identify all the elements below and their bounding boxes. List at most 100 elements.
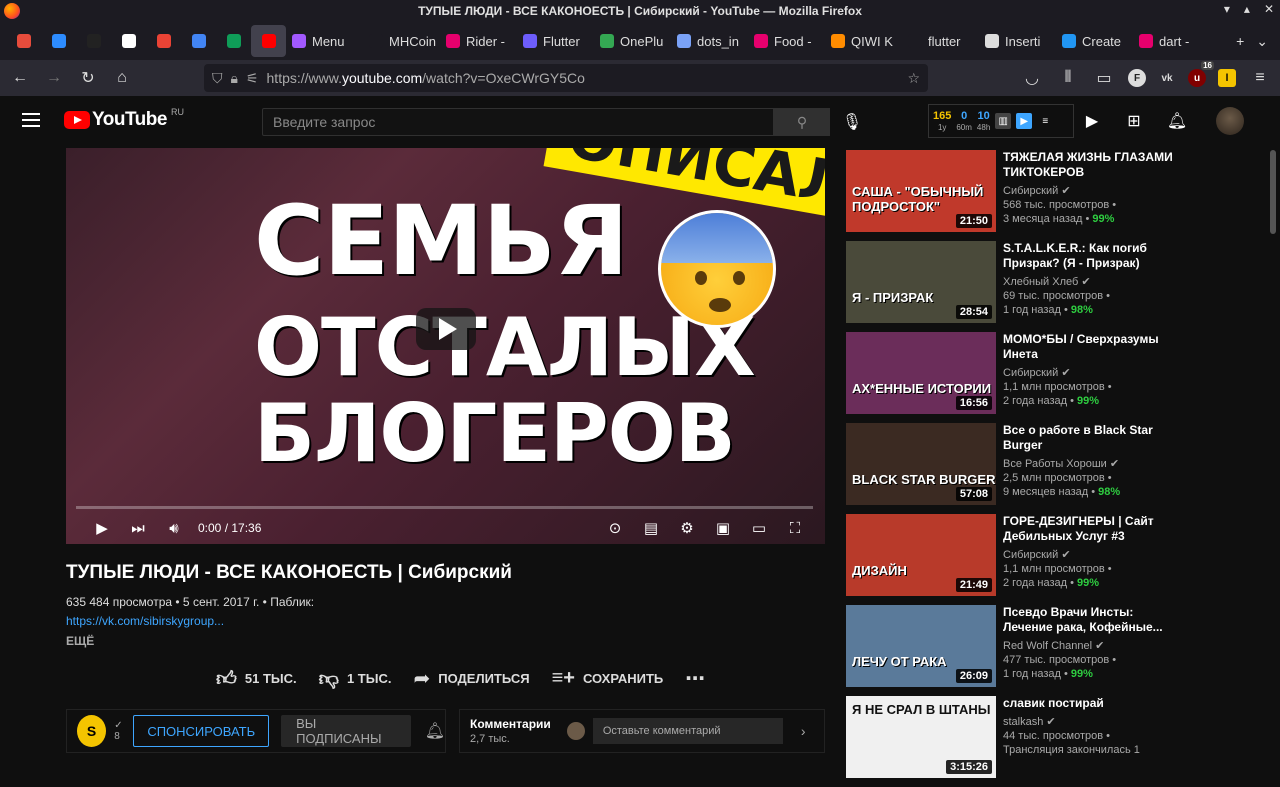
- more-actions-button[interactable]: ⋯: [685, 666, 705, 691]
- apps-grid-icon[interactable]: ⊞: [1122, 109, 1146, 133]
- permissions-icon[interactable]: ⚟: [246, 70, 259, 87]
- subtitles-icon[interactable]: ▤: [633, 513, 669, 543]
- volume-icon[interactable]: 🔊︎: [156, 513, 192, 543]
- recommendation-title[interactable]: МОМО*БЫ / Сверхразумы Инета: [1003, 332, 1173, 362]
- reload-icon[interactable]: ↻: [76, 66, 100, 90]
- comments-bar[interactable]: Комментарии 2,7 тыс. Оставьте комментари…: [459, 709, 825, 753]
- video-player[interactable]: ОПИСАЛАСЬ СЕМЬЯ ОТСТАЛЫХ БЛОГЕРОВ ▶ ⏭︎ 🔊…: [66, 148, 825, 544]
- recommendation-title[interactable]: славик постирай: [1003, 696, 1173, 711]
- tab-2[interactable]: [76, 25, 111, 57]
- save-button[interactable]: ≡+ СОХРАНИТЬ: [552, 667, 664, 690]
- maximize-icon[interactable]: ▴: [1244, 2, 1250, 16]
- autoplay-toggle[interactable]: ⊙: [597, 513, 633, 543]
- channel-avatar[interactable]: S: [77, 715, 107, 747]
- notifications-bell-icon[interactable]: 🔔︎: [1165, 109, 1189, 133]
- bookmark-star-icon[interactable]: ☆: [907, 70, 920, 87]
- recommendation-item[interactable]: АХ*ЕННЫЕ ИСТОРИИ 16:56 МОМО*БЫ / Сверхра…: [846, 332, 1176, 423]
- youtube-logo[interactable]: YouTube RU: [64, 107, 184, 131]
- recommendation-channel[interactable]: Сибирский ✔: [1003, 548, 1173, 561]
- tab-10[interactable]: Rider -: [440, 25, 517, 57]
- recommendation-title[interactable]: Все о работе в Black Star Burger: [1003, 423, 1173, 453]
- user-avatar[interactable]: [1216, 107, 1244, 135]
- tab-14[interactable]: Food -: [748, 25, 825, 57]
- theater-mode-icon[interactable]: ▭: [741, 513, 777, 543]
- tab-4[interactable]: [146, 25, 181, 57]
- sponsor-button[interactable]: СПОНСИРОВАТЬ: [133, 715, 270, 747]
- comment-input[interactable]: Оставьте комментарий: [592, 718, 783, 744]
- tab-0[interactable]: [6, 25, 41, 57]
- dislike-button[interactable]: 👎︎ 1 ТЫС.: [319, 667, 392, 691]
- vk-icon[interactable]: vk: [1158, 69, 1176, 87]
- next-icon[interactable]: ⏭︎: [120, 513, 156, 543]
- search-input[interactable]: Введите запрос: [262, 108, 774, 136]
- recommendation-channel[interactable]: Сибирский ✔: [1003, 184, 1173, 197]
- tab-11[interactable]: Flutter: [517, 25, 594, 57]
- recommendation-channel[interactable]: Сибирский ✔: [1003, 366, 1173, 379]
- tab-7[interactable]: [251, 25, 286, 57]
- back-icon[interactable]: ←: [8, 66, 32, 90]
- ublock-icon[interactable]: u 16: [1188, 61, 1214, 87]
- recommendation-title[interactable]: ГОРЕ-ДЕЗИГНЕРЫ | Сайт Дебильных Услуг #3: [1003, 514, 1173, 544]
- lock-icon[interactable]: 🔒︎: [231, 70, 238, 87]
- recommendation-thumbnail[interactable]: Я - ПРИЗРАК 28:54: [846, 241, 996, 323]
- tab-3[interactable]: [111, 25, 146, 57]
- recommendation-thumbnail[interactable]: ЛЕЧУ ОТ РАКА 26:09: [846, 605, 996, 687]
- show-more-button[interactable]: ЕЩЁ: [66, 634, 94, 648]
- large-play-button[interactable]: [416, 308, 476, 350]
- description-link[interactable]: https://vk.com/sibirskygroup...: [66, 614, 224, 628]
- like-button[interactable]: 👍︎ 51 ТЫС.: [216, 667, 297, 691]
- recommendation-channel[interactable]: Все Работы Хороши ✔: [1003, 457, 1173, 470]
- fullscreen-icon[interactable]: ⛶: [777, 513, 813, 543]
- chart-icon[interactable]: ▥: [995, 113, 1012, 129]
- minimize-icon[interactable]: ▾: [1224, 2, 1230, 16]
- guide-menu-icon[interactable]: [22, 113, 40, 127]
- settings-gear-icon[interactable]: ⚙: [669, 513, 705, 543]
- recommendation-thumbnail[interactable]: САША - "ОБЫЧНЫЙ ПОДРОСТОК" 21:50: [846, 150, 996, 232]
- recommendation-channel[interactable]: Хлебный Хлеб ✔: [1003, 275, 1173, 288]
- recommendation-title[interactable]: Псевдо Врачи Инсты: Лечение рака, Кофейн…: [1003, 605, 1173, 635]
- chevron-right-icon[interactable]: ›: [801, 723, 806, 739]
- list-tabs-icon[interactable]: ⌄: [1256, 33, 1268, 50]
- tab-15[interactable]: QIWI K: [825, 25, 902, 57]
- new-tab-icon[interactable]: +: [1236, 33, 1244, 50]
- tab-18[interactable]: Create: [1056, 25, 1133, 57]
- recommendation-item[interactable]: BLACK STAR BURGER 57:08 Все о работе в B…: [846, 423, 1176, 514]
- share-button[interactable]: ➦ ПОДЕЛИТЬСЯ: [413, 666, 529, 691]
- shield-icon[interactable]: ⛉: [212, 70, 223, 87]
- recommendation-channel[interactable]: stalkash ✔: [1003, 715, 1173, 728]
- recommendation-item[interactable]: Я НЕ СРАЛ В ШТАНЫ 3:15:26 славик постира…: [846, 696, 1176, 787]
- miniplayer-icon[interactable]: ▣: [705, 513, 741, 543]
- tab-12[interactable]: OnePlu: [594, 25, 671, 57]
- recommendation-thumbnail[interactable]: BLACK STAR BURGER 57:08: [846, 423, 996, 505]
- tab-1[interactable]: [41, 25, 76, 57]
- forward-icon[interactable]: →: [42, 66, 66, 90]
- recommendation-title[interactable]: S.T.A.L.K.E.R.: Как погиб Призрак? (Я - …: [1003, 241, 1173, 271]
- pocket-icon[interactable]: ◡: [1020, 66, 1044, 90]
- recommendation-thumbnail[interactable]: ДИЗАЙН 21:49: [846, 514, 996, 596]
- url-bar[interactable]: ⛉ 🔒︎ ⚟ https://www.youtube.com/watch?v=O…: [204, 64, 928, 92]
- recommendation-item[interactable]: САША - "ОБЫЧНЫЙ ПОДРОСТОК" 21:50 ТЯЖЕЛАЯ…: [846, 150, 1176, 241]
- subscribed-button[interactable]: ВЫ ПОДПИСАНЫ: [281, 715, 411, 747]
- notification-bell-icon[interactable]: 🔔︎: [425, 721, 445, 741]
- list-icon[interactable]: ≡: [1037, 113, 1053, 129]
- tab-16[interactable]: flutter: [902, 25, 979, 57]
- tab-17[interactable]: Inserti: [979, 25, 1056, 57]
- search-icon[interactable]: ⚲: [774, 108, 830, 136]
- recommendation-title[interactable]: ТЯЖЕЛАЯ ЖИЗНЬ ГЛАЗАМИ ТИКТОКЕРОВ: [1003, 150, 1173, 180]
- reader-icon[interactable]: ▭: [1092, 66, 1116, 90]
- home-icon[interactable]: ⌂: [110, 66, 134, 90]
- url-text[interactable]: https://www.youtube.com/watch?v=OxeCWrGY…: [267, 70, 900, 86]
- recommendation-item[interactable]: ЛЕЧУ ОТ РАКА 26:09 Псевдо Врачи Инсты: Л…: [846, 605, 1176, 696]
- tab-5[interactable]: [181, 25, 216, 57]
- progress-bar[interactable]: [76, 506, 813, 509]
- app-menu-icon[interactable]: ≡: [1248, 66, 1272, 90]
- extension-icon[interactable]: l: [1218, 69, 1236, 87]
- tab-8[interactable]: Menu: [286, 25, 363, 57]
- recommendation-thumbnail[interactable]: АХ*ЕННЫЕ ИСТОРИИ 16:56: [846, 332, 996, 414]
- tab-9[interactable]: MHCoin -: [363, 25, 440, 57]
- play-icon[interactable]: ▶: [84, 513, 120, 543]
- recommendation-channel[interactable]: Red Wolf Channel ✔: [1003, 639, 1173, 652]
- extension-stats[interactable]: 165 1y 0 60m 10 48h ▥ ▶ ≡: [928, 104, 1074, 138]
- scrollbar[interactable]: [1270, 150, 1276, 234]
- tab-19[interactable]: dart -: [1133, 25, 1210, 57]
